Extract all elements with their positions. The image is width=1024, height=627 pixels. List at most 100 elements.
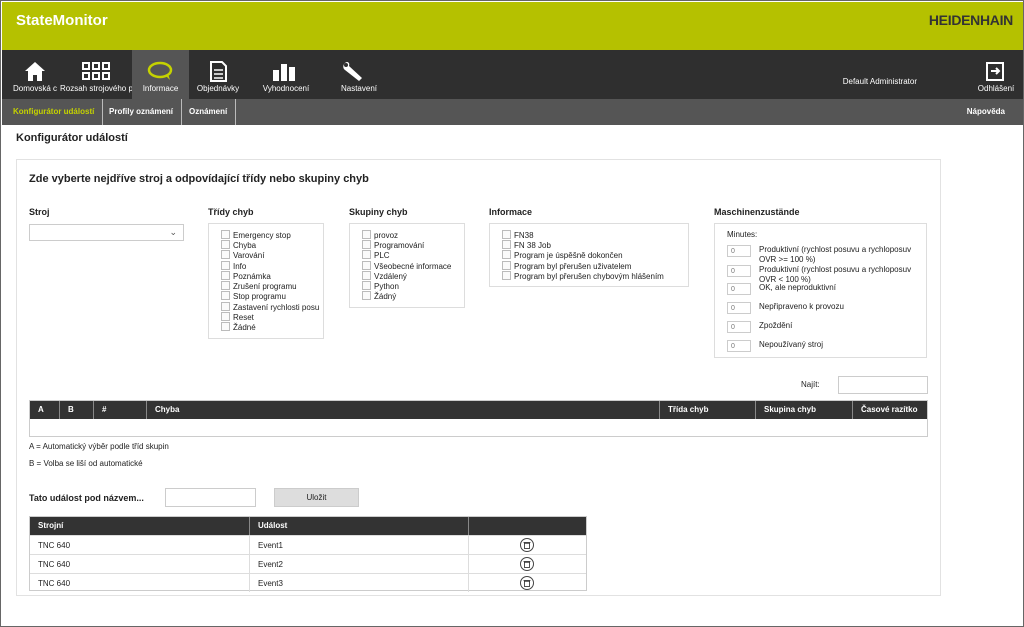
machine-select[interactable]: ⌄ xyxy=(29,224,184,241)
minutes-input[interactable]: 0 xyxy=(727,302,751,314)
checkbox-error-group[interactable]: Vzdálený xyxy=(362,271,407,281)
brand-logo: HEIDENHAIN xyxy=(928,12,1013,28)
app-window: StateMonitor HEIDENHAIN Domovská c Rozsa… xyxy=(0,0,1024,627)
events-table-header: Strojní Událost xyxy=(30,517,586,535)
wrench-icon xyxy=(343,62,362,81)
save-button[interactable]: Uložit xyxy=(274,488,359,507)
trash-icon[interactable] xyxy=(520,538,534,552)
checkbox-error-group[interactable]: provoz xyxy=(362,230,398,240)
checkbox-error-class[interactable]: Žádné xyxy=(221,322,256,332)
checkbox-error-class[interactable]: Reset xyxy=(221,312,254,322)
nav-item-orders[interactable]: Objednávky xyxy=(189,50,247,99)
minutes-input[interactable]: 0 xyxy=(727,283,751,295)
checkbox-error-class[interactable]: Zrušení programu xyxy=(221,281,297,291)
column-header[interactable]: A xyxy=(30,401,60,419)
tab-notifications[interactable]: Oznámení xyxy=(181,99,237,125)
checkbox-error-group[interactable]: Python xyxy=(362,281,399,291)
bar-chart-icon xyxy=(273,64,295,81)
checkbox-information[interactable]: FN38 xyxy=(502,230,534,240)
nav-label: Informace xyxy=(142,84,179,93)
checkbox-error-class[interactable]: Emergency stop xyxy=(221,230,291,240)
main-nav: Domovská c Rozsah strojového p Informace… xyxy=(2,50,1023,99)
checkbox-error-class[interactable]: Poznámka xyxy=(221,271,271,281)
column-header[interactable]: B xyxy=(60,401,94,419)
table-row: TNC 640 Event1 xyxy=(30,535,586,554)
nav-item-information[interactable]: Informace xyxy=(132,50,189,99)
save-name-label: Tato událost pod názvem... xyxy=(29,493,144,503)
machine-states-label: Maschinenzustände xyxy=(714,207,800,217)
current-user: Default Administrator xyxy=(842,77,917,86)
checkbox-error-group[interactable]: Programování xyxy=(362,240,424,250)
checkbox-information[interactable]: FN 38 Job xyxy=(502,240,551,250)
home-icon xyxy=(25,62,45,81)
minutes-input[interactable]: 0 xyxy=(727,340,751,352)
checkbox-error-class[interactable]: Stop programu xyxy=(221,291,286,301)
column-header xyxy=(469,517,586,535)
nav-label: Rozsah strojového p xyxy=(60,84,132,93)
minutes-input[interactable]: 0 xyxy=(727,321,751,333)
sub-nav: Konfigurátor událostí Profily oznámení O… xyxy=(2,99,1023,125)
nav-label: Odhlášení xyxy=(977,84,1015,93)
logout-button[interactable]: Odhlášení xyxy=(970,50,1022,99)
legend-a: A = Automatický výběr podle tříd skupin xyxy=(29,442,169,451)
column-header[interactable]: # xyxy=(94,401,147,419)
checkbox-error-group[interactable]: Všeobecné informace xyxy=(362,261,451,271)
error-table-header: A B # Chyba Třída chyb Skupina chyb Časo… xyxy=(30,401,927,419)
intro-heading: Zde vyberte nejdříve stroj a odpovídajíc… xyxy=(29,173,369,185)
top-bar: StateMonitor HEIDENHAIN xyxy=(2,2,1023,50)
column-header[interactable]: Skupina chyb xyxy=(756,401,853,419)
column-header[interactable]: Časové razítko xyxy=(853,401,927,419)
nav-label: Domovská c xyxy=(12,84,57,93)
information-label: Informace xyxy=(489,207,533,217)
column-header: Událost xyxy=(250,517,469,535)
tab-event-configurator[interactable]: Konfigurátor událostí xyxy=(5,99,104,125)
nav-item-settings[interactable]: Nastavení xyxy=(325,50,393,99)
checkbox-error-class[interactable]: Varování xyxy=(221,250,264,260)
nav-item-machine-range[interactable]: Rozsah strojového p xyxy=(60,50,132,99)
trash-icon[interactable] xyxy=(520,557,534,571)
nav-label: Nastavení xyxy=(340,84,378,93)
error-classes-box: Emergency stop Chyba Varování Info Pozná… xyxy=(208,223,324,339)
checkbox-error-group[interactable]: PLC xyxy=(362,250,390,260)
nav-label: Objednávky xyxy=(196,84,240,93)
checkbox-error-class[interactable]: Chyba xyxy=(221,240,256,250)
error-groups-label: Skupiny chyb xyxy=(349,207,408,217)
search-label: Najít: xyxy=(801,380,820,389)
help-link[interactable]: Nápověda xyxy=(967,99,1005,125)
speech-bubble-icon xyxy=(147,61,173,80)
nav-label: Vyhodnocení xyxy=(262,84,310,93)
trash-icon[interactable] xyxy=(520,576,534,590)
table-row: TNC 640 Event2 xyxy=(30,554,586,573)
legend-b: B = Volba se liší od automatické xyxy=(29,459,143,468)
machine-states-box: Minutes: 0 Produktivní (rychlost posuvu a… xyxy=(714,223,927,358)
app-title: StateMonitor xyxy=(16,12,108,29)
page-title: Konfigurátor událostí xyxy=(16,132,128,144)
checkbox-information[interactable]: Program byl přerušen chybovým hlášením xyxy=(502,271,664,281)
table-row: TNC 640 Event3 xyxy=(30,573,586,592)
minutes-label: Minutes: xyxy=(727,230,758,239)
error-groups-box: provoz Programování PLC Všeobecné inform… xyxy=(349,223,465,308)
events-table: Strojní Událost TNC 640 Event1 TNC 640 E… xyxy=(29,516,587,592)
checkbox-information[interactable]: Program je úspěšně dokončen xyxy=(502,250,623,260)
checkbox-information[interactable]: Program byl přerušen uživatelem xyxy=(502,261,631,271)
minutes-input[interactable]: 0 xyxy=(727,265,751,277)
checkbox-error-class[interactable]: Info xyxy=(221,261,246,271)
tab-notification-profiles[interactable]: Profily oznámení xyxy=(101,99,183,125)
minutes-input[interactable]: 0 xyxy=(727,245,751,257)
error-table: A B # Chyba Třída chyb Skupina chyb Časo… xyxy=(29,400,928,437)
search-input[interactable] xyxy=(838,376,928,394)
column-header: Strojní xyxy=(30,517,250,535)
nav-item-evaluation[interactable]: Vyhodnocení xyxy=(247,50,325,99)
chevron-down-icon: ⌄ xyxy=(169,227,177,237)
checkbox-error-class[interactable]: Zastavení rychlosti posu xyxy=(221,302,319,312)
document-icon xyxy=(210,61,227,82)
column-header[interactable]: Třída chyb xyxy=(660,401,756,419)
logout-icon xyxy=(986,62,1004,81)
event-name-input[interactable] xyxy=(165,488,256,507)
checkbox-error-group[interactable]: Žádný xyxy=(362,291,396,301)
column-header[interactable]: Chyba xyxy=(147,401,660,419)
error-classes-label: Třídy chyb xyxy=(208,207,254,217)
information-box: FN38 FN 38 Job Program je úspěšně dokonč… xyxy=(489,223,689,287)
nav-item-home[interactable]: Domovská c xyxy=(10,50,60,99)
machine-label: Stroj xyxy=(29,207,50,217)
